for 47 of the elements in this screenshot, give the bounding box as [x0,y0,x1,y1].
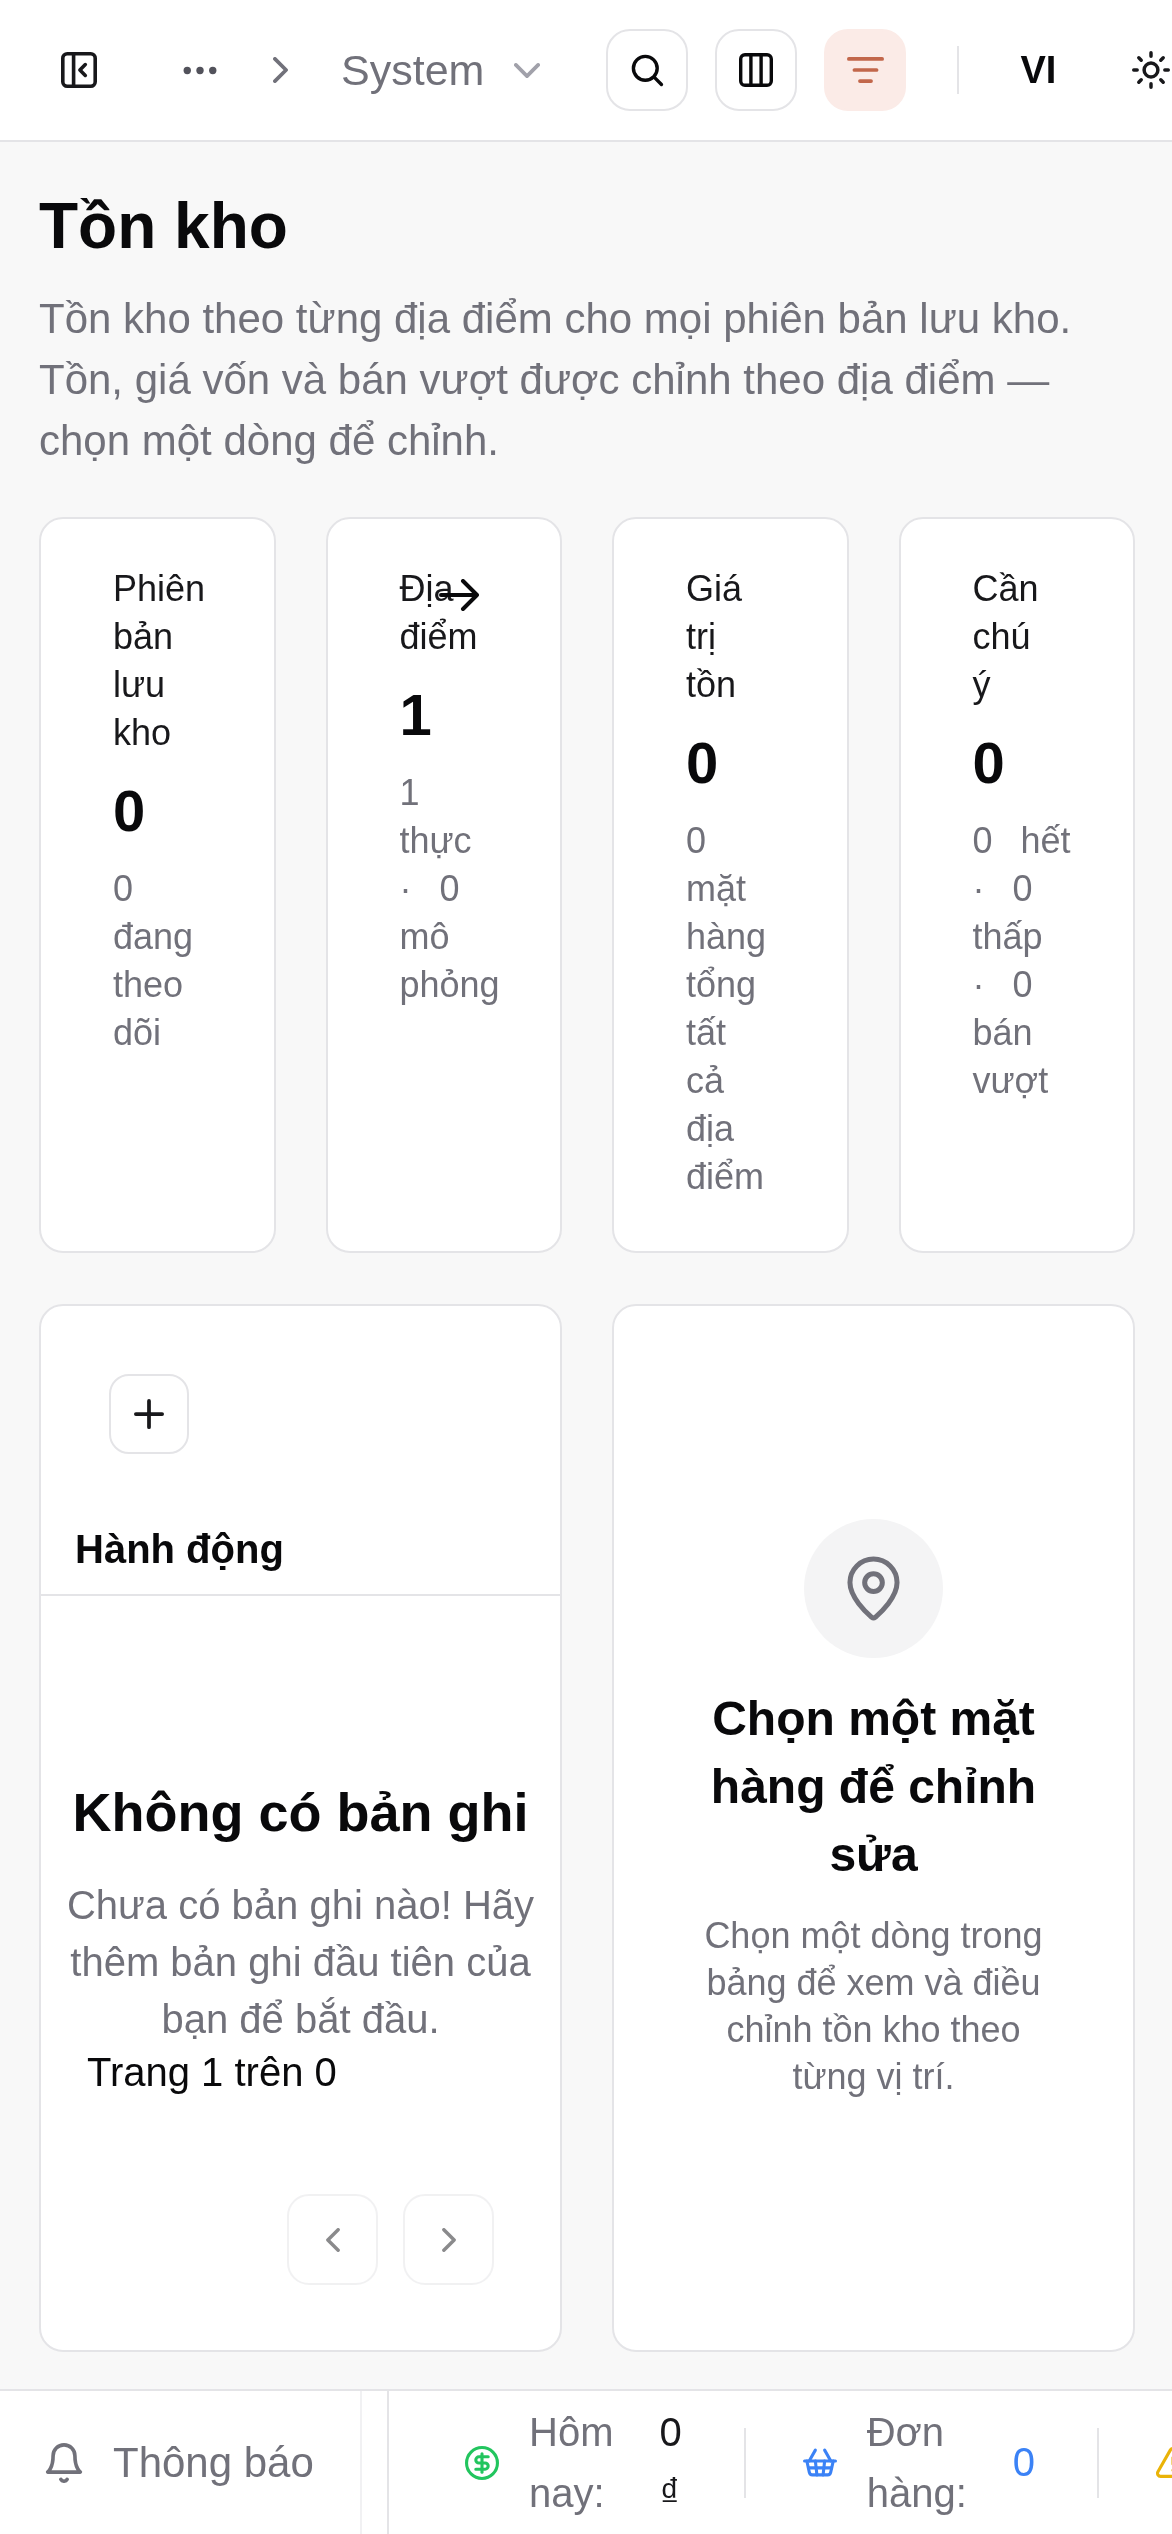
status-label: Đơn hàng: [866,2408,967,2517]
search-icon [630,53,665,87]
stat-label: Giá trị tồn [686,567,744,707]
dollar-circle-icon [465,2445,499,2480]
empty-state-title: Không có bản ghi [72,1781,529,1844]
sun-icon[interactable] [1132,51,1171,89]
columns-button[interactable] [715,29,798,111]
status-label: Hôm nay: [529,2408,614,2517]
more-icon[interactable] [183,65,217,75]
page-info: Trang 1 trên 0 [87,2049,337,2096]
stat-value: 0 [686,729,719,797]
breadcrumb-dropdown[interactable]: System [341,44,541,96]
chevron-right-icon [273,57,288,83]
warning-icon [1156,2447,1172,2478]
stat-label: Phiên bản lưu kho [113,567,207,755]
sidebar-toggle-icon[interactable] [61,52,97,88]
add-button[interactable] [109,1374,189,1454]
chevron-right-icon [441,2227,456,2252]
stat-detail: 0 mặt hàng tổng tất cả địa điểm [686,819,768,1199]
bell-icon [45,2442,83,2483]
columns-icon [739,53,774,87]
page-title: Tồn kho [39,189,288,264]
chevron-left-icon [325,2227,340,2252]
stat-detail: 1 thực · 0 mô phỏng [399,771,501,1007]
stat-detail: 0 hết · 0 thấp · 0 bán vượt [972,819,1072,1103]
stat-detail: 0 đang theo dõi [113,867,195,1055]
notifications-button[interactable]: Thông báo [0,2391,362,2534]
plus-icon [134,1399,164,1429]
language-button[interactable]: VI [1020,47,1057,93]
basket-icon [802,2447,837,2478]
filter-button[interactable] [824,29,907,111]
chevron-down-icon [514,62,541,78]
page-description: Tồn kho theo từng địa điểm cho mọi phiên bản lưu kho. Tồn, giá vốn và bán vượt được chỉnh theo địa điểm — chọn một dòng để chỉnh. [39,294,1073,466]
stat-value: 0 [972,729,1005,797]
detail-message: Chọn một dòng trong bảng để xem và điều chỉnh tồn kho theo từng vị trí. [703,1914,1044,2099]
stat-label: Địa điểm [399,567,479,659]
stat-label: Cần chú ý [972,567,1040,707]
detail-title: Chọn một mặt hàng để chỉnh sửa [709,1691,1038,1883]
search-button[interactable] [606,29,689,111]
map-pin-icon [804,1519,943,1658]
filter-icon [846,57,884,83]
column-header: Hành động [75,1526,284,1573]
status-value: 0 ₫ [659,2408,682,2517]
status-value: 0 [1012,2439,1036,2486]
stat-value: 0 [113,777,146,845]
empty-state-message: Chưa có bản ghi nào! Hãy thêm bản ghi đầu tiên của bạn để bắt đầu. [65,1882,536,2043]
stat-value: 1 [399,681,432,749]
